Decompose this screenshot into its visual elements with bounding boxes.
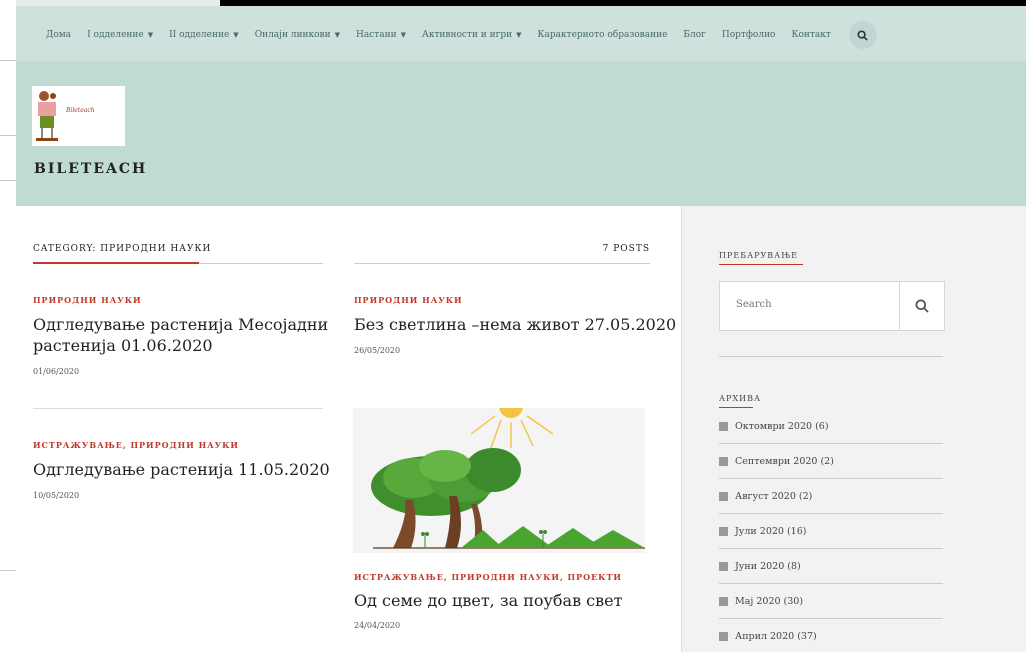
background-window [0, 0, 16, 652]
caret-down-icon: ▼ [334, 31, 341, 39]
post-category-link[interactable]: ПРИРОДНИ НАУКИ [354, 295, 463, 305]
search-icon [915, 299, 929, 313]
nav-item-label: I одделение [87, 30, 144, 40]
post-category-link[interactable]: ИСТРАЖУВАЊЕ, ПРИРОДНИ НАУКИ, ПРОЕКТИ [354, 572, 622, 582]
post-divider [33, 408, 323, 409]
post-date: 24/04/2020 [354, 621, 401, 630]
archive-item-label: Септември 2020 (2) [735, 455, 834, 467]
search-widget-title: ПРЕБАРУВАЊЕ [719, 251, 799, 260]
archive-item[interactable]: Септември 2020 (2) [719, 444, 943, 479]
search-icon [857, 29, 868, 41]
nav-item-label: Дома [46, 30, 72, 40]
nav-item-online-links[interactable]: Онлајн линкови ▼ [255, 30, 340, 40]
archive-widget-accent [719, 407, 753, 408]
folder-icon [719, 526, 728, 536]
nav-item-label: II одделение [169, 30, 230, 40]
archive-item[interactable]: Август 2020 (2) [719, 479, 943, 514]
posts-count: 7 POSTS [602, 244, 650, 254]
search-widget-accent [719, 264, 803, 265]
folder-icon [719, 421, 728, 431]
post-date: 26/05/2020 [354, 346, 401, 355]
main-content: CATEGORY: ПРИРОДНИ НАУКИ 7 POSTS ПРИРОДН… [16, 206, 681, 652]
nav-item-character-education[interactable]: Карактерното образование [538, 30, 668, 40]
nav-item-first-grade[interactable]: I одделение ▼ [87, 30, 153, 40]
post-title-link[interactable]: Без светлина –нема живот 27.05.2020 [354, 314, 676, 335]
post-title-line: Одгледување растенија 11.05.2020 [33, 460, 330, 479]
background-divider [0, 180, 16, 181]
background-divider [0, 135, 16, 136]
nav-item-label: Активности и игри [422, 30, 513, 40]
logo-illustration: Bileteach [32, 86, 125, 146]
post-category-link[interactable]: ПРИРОДНИ НАУКИ [33, 295, 142, 305]
archive-item-label: Август 2020 (2) [735, 490, 813, 502]
archive-item-label: Октомври 2020 (6) [735, 420, 829, 432]
caret-down-icon: ▼ [147, 31, 154, 39]
folder-icon [719, 561, 728, 571]
caret-down-icon: ▼ [233, 31, 239, 39]
post-title-line: Одгледување растенија Месојадни [33, 315, 329, 334]
posts-count-rule [354, 263, 650, 264]
nav-search-button[interactable] [848, 21, 877, 49]
post-title-line: растенија 01.06.2020 [33, 336, 213, 355]
search-submit-button[interactable] [899, 282, 944, 330]
post-date: 01/06/2020 [33, 367, 80, 376]
archive-item[interactable]: Октомври 2020 (6) [719, 409, 943, 444]
archive-item-label: Јули 2020 (16) [735, 525, 807, 537]
site-title[interactable]: BILETEACH [34, 161, 147, 177]
post-thumbnail[interactable] [353, 408, 645, 553]
archive-widget-title: АРХИВА [719, 394, 762, 403]
background-divider [0, 60, 16, 61]
top-navigation: Дома I одделение ▼ II одделение ▼ Онлајн л… [16, 6, 1026, 61]
post-title-link[interactable]: Одгледување растенија Месојадни растениј… [33, 314, 328, 356]
nav-item-activities[interactable]: Активности и игри ▼ [422, 30, 522, 40]
site-logo[interactable]: Bileteach [32, 86, 125, 146]
nav-item-label: Карактерното образование [537, 30, 668, 40]
nav-item-label: Настани [356, 30, 397, 40]
nav-item-label: Контакт [791, 30, 831, 40]
sidebar-divider [719, 356, 943, 357]
archive-item-label: Мај 2020 (30) [735, 595, 804, 607]
nav-item-label: Блог [683, 30, 706, 40]
search-form [719, 281, 945, 331]
folder-icon [719, 491, 728, 501]
sidebar: ПРЕБАРУВАЊЕ АРХИВА Октомври 2020 (6) Сеп… [681, 206, 1026, 652]
archive-item[interactable]: Април 2020 (37) [719, 619, 943, 652]
search-input[interactable] [736, 299, 886, 310]
nav-item-contact[interactable]: Контакт [791, 30, 830, 40]
tree-sun-illustration [353, 408, 645, 553]
archive-item[interactable]: Јули 2020 (16) [719, 514, 943, 549]
post-date: 10/05/2020 [33, 491, 80, 500]
post-title-link[interactable]: Од семе до цвет, за поубав свет [354, 590, 622, 611]
nav-item-home[interactable]: Дома [46, 30, 71, 40]
archive-item[interactable]: Јуни 2020 (8) [719, 549, 943, 584]
category-heading: CATEGORY: ПРИРОДНИ НАУКИ [33, 244, 212, 254]
site-header: Bileteach BILETEACH [16, 61, 1026, 206]
folder-icon [719, 631, 728, 641]
post-title-line: Од семе до цвет, за поубав свет [354, 591, 623, 610]
svg-text:Bileteach: Bileteach [65, 107, 95, 114]
folder-icon [719, 596, 728, 606]
post-category-link[interactable]: ИСТРАЖУВАЊЕ, ПРИРОДНИ НАУКИ [33, 440, 239, 450]
nav-item-portfolio[interactable]: Портфолио [722, 30, 776, 40]
post-title-line: Без светлина –нема живот 27.05.2020 [354, 315, 677, 334]
nav-item-blog[interactable]: Блог [683, 30, 705, 40]
post-title-link[interactable]: Одгледување растенија 11.05.2020 [33, 459, 330, 480]
folder-icon [719, 456, 728, 466]
browser-page: Дома I одделение ▼ II одделение ▼ Онлајн л… [16, 6, 1026, 652]
background-divider [0, 570, 16, 571]
nav-item-label: Портфолио [721, 30, 776, 40]
nav-item-events[interactable]: Настани ▼ [356, 30, 406, 40]
nav-item-label: Онлајн линкови [254, 30, 331, 40]
archive-item-label: Јуни 2020 (8) [735, 560, 801, 572]
caret-down-icon: ▼ [516, 31, 522, 39]
category-heading-accent [33, 262, 199, 264]
caret-down-icon: ▼ [400, 31, 407, 39]
nav-item-second-grade[interactable]: II одделение ▼ [169, 30, 239, 40]
archive-item[interactable]: Мај 2020 (30) [719, 584, 943, 619]
archive-item-label: Април 2020 (37) [735, 630, 817, 642]
